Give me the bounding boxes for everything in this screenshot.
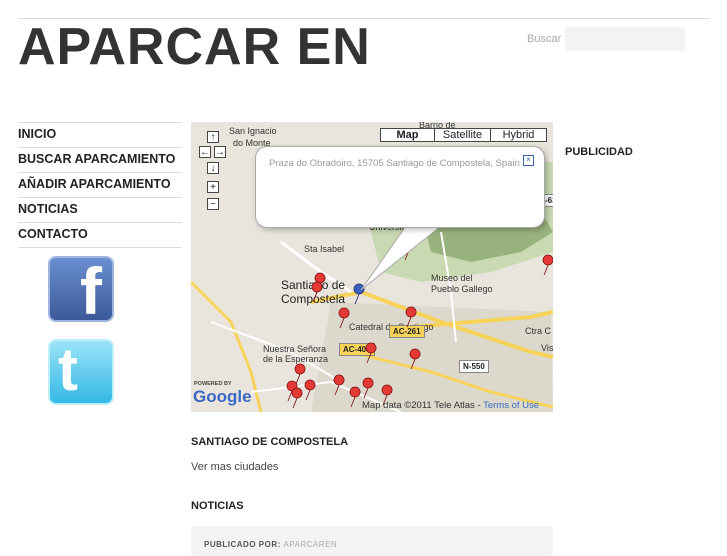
parking-marker <box>409 348 421 370</box>
pan-right-icon[interactable]: → <box>214 146 226 158</box>
parking-marker <box>333 374 345 396</box>
parking-marker <box>291 387 303 409</box>
map-type-map[interactable]: Map <box>380 128 435 142</box>
more-cities-link[interactable]: Ver mas ciudades <box>191 461 278 473</box>
terms-link[interactable]: Terms of Use <box>483 400 539 411</box>
zoom-in-icon[interactable]: + <box>207 181 219 193</box>
close-icon[interactable]: × <box>523 155 534 166</box>
nav-item-noticias[interactable]: NOTICIAS <box>18 197 182 222</box>
nav-item-anadir-aparcamiento[interactable]: AÑADIR APARCAMIENTO <box>18 172 182 197</box>
ads-heading: PUBLICIDAD <box>565 146 633 158</box>
parking-marker <box>311 281 323 303</box>
news-heading: NOTICIAS <box>191 500 244 512</box>
parking-marker <box>349 386 361 408</box>
pan-left-icon[interactable]: ← <box>199 146 211 158</box>
map-type-hybrid[interactable]: Hybrid <box>490 128 547 142</box>
nav-item-buscar-aparcamiento[interactable]: BUSCAR APARCAMIENTO <box>18 147 182 172</box>
parking-marker <box>542 254 553 276</box>
parking-marker <box>365 342 377 364</box>
twitter-icon[interactable]: t <box>48 336 114 405</box>
facebook-icon[interactable]: f <box>48 254 114 328</box>
parking-marker <box>362 377 374 399</box>
parking-marker <box>405 306 417 328</box>
map-type-satellite[interactable]: Satellite <box>434 128 491 142</box>
info-window: Praza do Obradoiro, 15705 Santiago de Co… <box>255 146 545 228</box>
city-heading: SANTIAGO DE COMPOSTELA <box>191 436 349 448</box>
twitter-glyph: t <box>58 336 78 403</box>
pan-down-icon[interactable]: ↓ <box>207 162 219 174</box>
parking-marker <box>304 379 316 401</box>
nav-item-contacto[interactable]: CONTACTO <box>18 222 182 248</box>
parking-marker <box>338 307 350 329</box>
facebook-glyph: f <box>80 254 102 328</box>
nav-item-inicio[interactable]: INICIO <box>18 122 182 147</box>
info-window-tail <box>360 225 443 291</box>
zoom-out-icon[interactable]: − <box>207 198 219 210</box>
main-nav: INICIO BUSCAR APARCAMIENTO AÑADIR APARCA… <box>18 122 182 248</box>
info-window-address: Praza do Obradoiro, 15705 Santiago de Co… <box>269 158 520 169</box>
map-copyright: Map data ©2011 Tele Atlas - Terms of Use <box>362 400 539 411</box>
copyright-text: Map data ©2011 Tele Atlas - <box>362 400 484 411</box>
google-logo[interactable]: Google <box>193 387 252 407</box>
site-title[interactable]: APARCAR EN <box>18 20 371 74</box>
search-label: Buscar <box>527 33 562 45</box>
news-post: PUBLICADO POR: APARCAREN <box>191 526 553 556</box>
parking-marker <box>294 363 306 385</box>
map-view[interactable]: San Ignacio do Monte Barrio de Santiago … <box>191 122 553 412</box>
search-input[interactable] <box>565 27 685 51</box>
pan-up-icon[interactable]: ↑ <box>207 131 219 143</box>
